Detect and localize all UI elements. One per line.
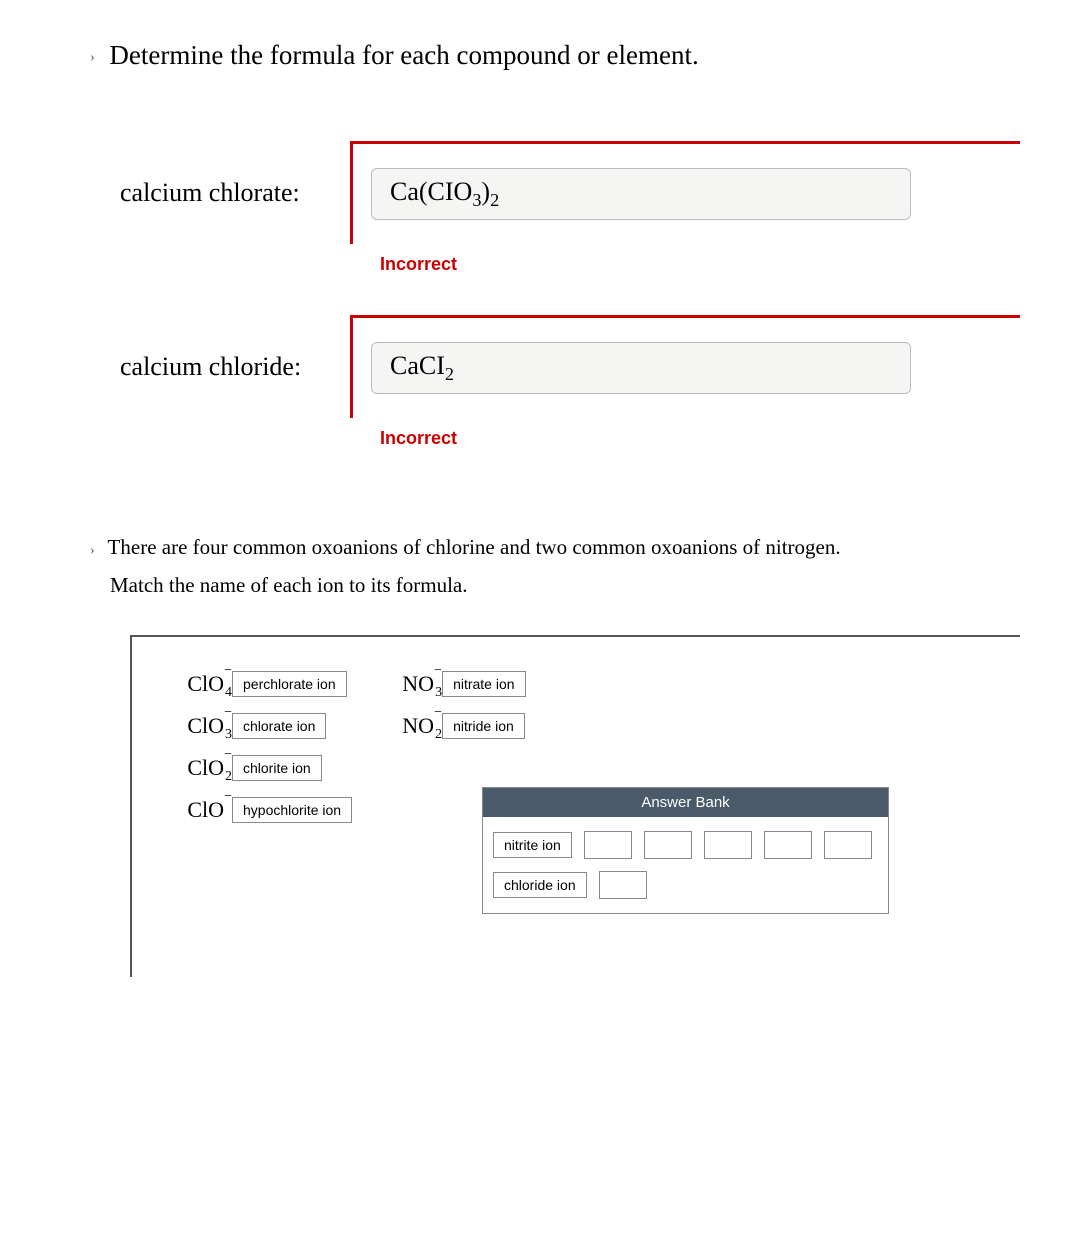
match-col-chlorine: ClO−4perchlorate ionClO−3chlorate ionClO… <box>172 667 352 827</box>
match-row: ClO−3 chlorate ion <box>172 709 352 743</box>
ion-formula: NO−3 <box>382 671 434 697</box>
bank-tile-empty[interactable] <box>824 831 872 859</box>
answer-frame: Ca(CIO3)2 <box>350 141 1020 244</box>
match-tile[interactable]: nitride ion <box>442 713 525 739</box>
match-row: NO−2 nitride ion <box>382 709 525 743</box>
formula-row: calcium chloride: CaCI2 <box>120 315 1020 418</box>
formula-row: calcium chlorate: Ca(CIO3)2 <box>120 141 1020 244</box>
chevron-icon: › <box>90 543 95 558</box>
ion-formula: NO−2 <box>382 713 434 739</box>
ion-formula: ClO−3 <box>172 713 224 739</box>
bank-tile-empty[interactable] <box>764 831 812 859</box>
bank-tile-empty[interactable] <box>704 831 752 859</box>
match-row: ClO−2 chlorite ion <box>172 751 352 785</box>
match-row: ClO−4 perchlorate ion <box>172 667 352 701</box>
answer-frame: CaCI2 <box>350 315 1020 418</box>
match-row: ClO− hypochlorite ion <box>172 793 352 827</box>
q2-line1: There are four common oxoanions of chlor… <box>108 535 841 559</box>
label-calcium-chloride: calcium chloride: <box>120 352 350 382</box>
bank-tile[interactable]: nitrite ion <box>493 832 572 858</box>
match-row: NO−3 nitrate ion <box>382 667 525 701</box>
page-title: › Determine the formula for each compoun… <box>90 40 1020 71</box>
ion-formula: ClO−4 <box>172 671 224 697</box>
match-tile[interactable]: chlorite ion <box>232 755 322 781</box>
q2-prompt: › There are four common oxoanions of chl… <box>90 529 1020 605</box>
feedback-incorrect: Incorrect <box>380 254 1020 275</box>
bank-tile-empty[interactable] <box>599 871 647 899</box>
bank-tile-empty[interactable] <box>584 831 632 859</box>
match-area: ClO−4perchlorate ionClO−3chlorate ionClO… <box>130 635 1020 977</box>
q2-line2: Match the name of each ion to its formul… <box>110 573 467 597</box>
answer-input-chloride[interactable]: CaCI2 <box>371 342 911 394</box>
bank-tile[interactable]: chloride ion <box>493 872 587 898</box>
match-tile[interactable]: hypochlorite ion <box>232 797 352 823</box>
feedback-incorrect: Incorrect <box>380 428 1020 449</box>
answer-bank: Answer Bank nitrite ion chloride ion <box>482 787 889 914</box>
answer-bank-header: Answer Bank <box>483 788 888 817</box>
title-text: Determine the formula for each compound … <box>109 40 698 70</box>
match-tile[interactable]: chlorate ion <box>232 713 326 739</box>
label-calcium-chlorate: calcium chlorate: <box>120 178 350 208</box>
answer-bank-body[interactable]: nitrite ion chloride ion <box>483 817 888 913</box>
ion-formula: ClO− <box>172 797 224 823</box>
chevron-icon: › <box>90 50 95 65</box>
ion-formula: ClO−2 <box>172 755 224 781</box>
match-tile[interactable]: perchlorate ion <box>232 671 347 697</box>
answer-input-chlorate[interactable]: Ca(CIO3)2 <box>371 168 911 220</box>
bank-tile-empty[interactable] <box>644 831 692 859</box>
match-tile[interactable]: nitrate ion <box>442 671 525 697</box>
